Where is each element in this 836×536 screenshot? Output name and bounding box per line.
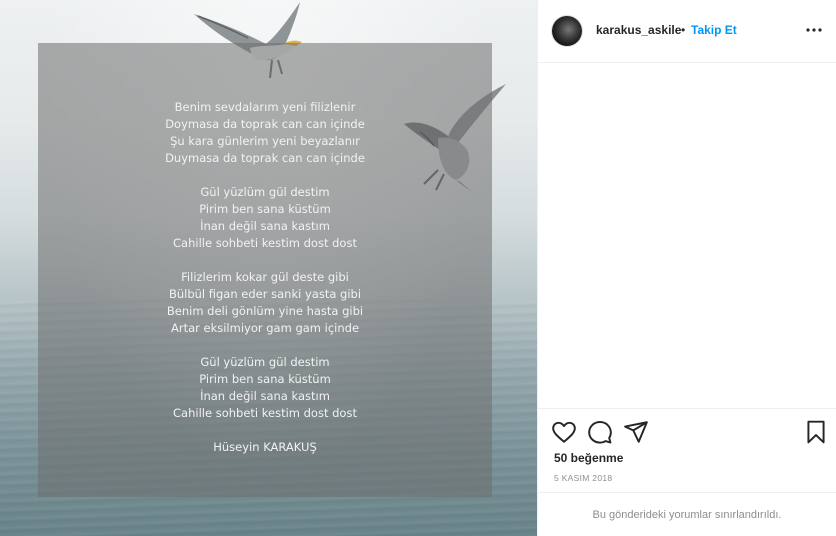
- post-side-panel: karakus_askile • Takip Et 50 beğenme 5 K…: [537, 0, 836, 536]
- separator-dot: •: [681, 23, 686, 37]
- poem-line: Cahille sohbeti kestim dost dost: [173, 406, 357, 420]
- poem-stanza-4: Gül yüzlüm gül destim Pirim ben sana küs…: [38, 354, 492, 422]
- poem-line: Filizlerim kokar gül deste gibi: [181, 270, 349, 284]
- post-date[interactable]: 5 KASIM 2018: [554, 473, 612, 483]
- poem-line: İnan değil sana kastım: [200, 389, 330, 403]
- poem-stanza-3: Filizlerim kokar gül deste gibi Bülbül f…: [38, 269, 492, 337]
- post-viewer: Benim sevdalarım yeni filizlenir Doymasa…: [0, 0, 836, 536]
- more-options-icon[interactable]: [804, 22, 824, 38]
- poem-line: Pirim ben sana küstüm: [199, 372, 331, 386]
- poem-stanza-2: Gül yüzlüm gül destim Pirim ben sana küs…: [38, 184, 492, 252]
- follow-button[interactable]: Takip Et: [691, 23, 737, 37]
- post-header: karakus_askile • Takip Et: [538, 0, 836, 63]
- comments-disabled-notice: Bu gönderideki yorumlar sınırlandırıldı.: [538, 492, 836, 536]
- bookmark-icon[interactable]: [803, 419, 829, 445]
- post-image[interactable]: Benim sevdalarım yeni filizlenir Doymasa…: [0, 0, 537, 536]
- poem-line: Bülbül figan eder sanki yasta gibi: [168, 287, 362, 301]
- poem-stanza-1: Benim sevdalarım yeni filizlenir Doymasa…: [38, 99, 492, 167]
- share-icon[interactable]: [623, 419, 649, 445]
- poem-line: Artar eksilmiyor gam gam içinde: [170, 321, 360, 335]
- action-bar: [538, 408, 836, 445]
- poem-line: Gül yüzlüm gül destim: [200, 355, 330, 369]
- poem-line: İnan değil sana kastım: [200, 219, 330, 233]
- poem-line: Benim sevdalarım yeni filizlenir: [174, 100, 356, 114]
- poem-line: Duymasa da toprak can can içinde: [165, 151, 365, 165]
- poem-line: Doymasa da toprak can can içinde: [165, 117, 365, 131]
- poem-author: Hüseyin KARAKUŞ: [213, 440, 317, 454]
- username-link[interactable]: karakus_askile: [596, 23, 681, 37]
- comment-icon[interactable]: [587, 419, 613, 445]
- poem-line: Benim deli gönlüm yine hasta gibi: [166, 304, 364, 318]
- poem-line: Şu kara günlerim yeni beyazlanır: [170, 134, 360, 148]
- heart-icon[interactable]: [551, 419, 577, 445]
- poem-line: Gül yüzlüm gül destim: [200, 185, 330, 199]
- poem-line: Cahille sohbeti kestim dost dost: [173, 236, 357, 250]
- avatar[interactable]: [552, 16, 582, 46]
- poem-overlay: Benim sevdalarım yeni filizlenir Doymasa…: [38, 43, 492, 497]
- poem-line: Pirim ben sana küstüm: [199, 202, 331, 216]
- likes-count[interactable]: 50 beğenme: [554, 451, 623, 465]
- poem-text: Benim sevdalarım yeni filizlenir Doymasa…: [38, 99, 492, 456]
